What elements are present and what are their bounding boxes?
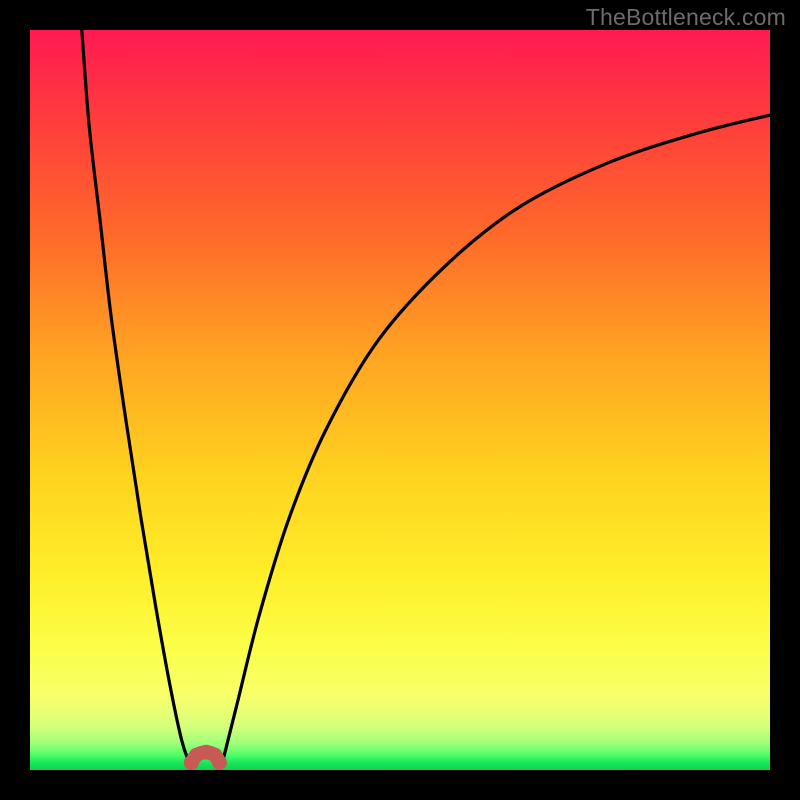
plot-area [30,30,770,770]
notch-marker [184,745,227,770]
black-curve [82,30,770,767]
curve-layer [30,30,770,770]
chart-frame: TheBottleneck.com [0,0,800,800]
watermark-text: TheBottleneck.com [586,4,786,31]
